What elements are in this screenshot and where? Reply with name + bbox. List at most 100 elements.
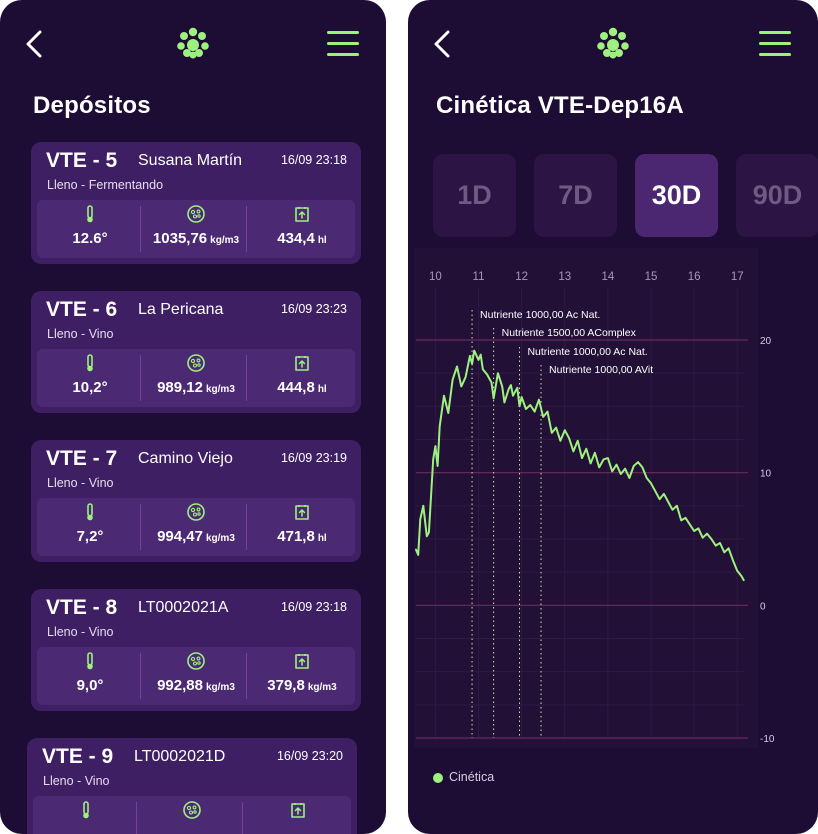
metric-value-wrap: 989,12 kg/m3 [143, 379, 249, 396]
deposit-state: Lleno - Vino [47, 327, 114, 341]
top-bar [408, 0, 818, 90]
deposit-metrics: 9,0° 992,88 kg/m3 379,8 kg/m3 [37, 647, 355, 705]
x-tick-label: 14 [601, 271, 614, 283]
deposit-card[interactable]: VTE - 8 LT0002021A 16/09 23:18 Lleno - Vino… [31, 589, 361, 711]
deposit-date: 16/09 23:19 [280, 451, 347, 465]
annotation-label: Nutriente 1000,00 Ac Nat. [480, 309, 600, 321]
range-7d-button[interactable]: 7D [534, 154, 617, 237]
metric-divider [246, 355, 247, 401]
metric-value-wrap: 9,0° [37, 677, 143, 694]
y-tick-label: 0 [760, 601, 766, 612]
deposit-state: Lleno - Fermentando [47, 178, 164, 192]
kinetics-screen: Cinética VTE-Dep16A 1D 7D 30D 90D 20 10 0 -… [408, 0, 818, 834]
x-tick-label: 11 [473, 271, 485, 283]
metric-value: 1035,76 [152, 230, 208, 247]
x-tick-label: 15 [645, 271, 658, 283]
chevron-left-icon[interactable] [20, 26, 50, 62]
deposit-metrics: 12.6° 1035,76 kg/m3 434,4 hl [37, 200, 355, 258]
temperature-metric: 10,2° [37, 349, 143, 407]
deposit-name: LT0002021D [134, 748, 226, 765]
density-icon [186, 651, 206, 671]
metric-value-wrap: 994,47 kg/m3 [143, 528, 249, 545]
y-tick-label: 20 [760, 336, 772, 347]
metric-value-wrap: 10,2° [37, 379, 143, 396]
deposit-card-header: VTE - 9 LT0002021D 16/09 23:20 Lleno - Vino [27, 738, 357, 792]
top-bar [0, 0, 386, 90]
page-title: Depósitos [33, 92, 151, 119]
range-90d-button[interactable]: 90D [736, 154, 818, 237]
y-tick-label: -10 [760, 734, 775, 745]
metric-divider [246, 206, 247, 252]
volume-icon [292, 353, 312, 373]
metric-divider [136, 802, 137, 834]
metric-value: 992,88 [157, 677, 203, 694]
volume-metric: 471,8 hl [249, 498, 355, 556]
deposit-card[interactable]: VTE - 7 Camino Viejo 16/09 23:19 Lleno - Vi… [31, 440, 361, 562]
deposit-date: 16/09 23:20 [276, 749, 343, 763]
chevron-left-icon[interactable] [428, 26, 458, 62]
metric-unit: kg/m3 [210, 235, 240, 246]
x-tick-label: 12 [515, 271, 528, 283]
density-metric [139, 796, 245, 834]
volume-icon [292, 502, 312, 522]
deposit-card[interactable]: VTE - 5 Susana Martín 16/09 23:18 Lleno - F… [31, 142, 361, 264]
deposit-id: VTE - 9 [42, 745, 114, 768]
metric-unit: kg/m3 [205, 384, 235, 395]
annotation-label: Nutriente 1000,00 Ac Nat. [527, 346, 647, 358]
annotation-label: Nutriente 1500,00 AComplex [502, 327, 637, 339]
deposit-card[interactable]: VTE - 9 LT0002021D 16/09 23:20 Lleno - Vino [27, 738, 357, 834]
thermometer-icon [80, 204, 100, 224]
deposit-card-header: VTE - 5 Susana Martín 16/09 23:18 Lleno - F… [31, 142, 361, 196]
temperature-metric: 7,2° [37, 498, 143, 556]
density-metric: 1035,76 kg/m3 [143, 200, 249, 258]
deposit-metrics [33, 796, 351, 834]
metric-value: 989,12 [157, 379, 203, 396]
metric-divider [242, 802, 243, 834]
metric-divider [246, 504, 247, 550]
metric-value: 994,47 [157, 528, 203, 545]
metric-value-wrap [139, 826, 245, 834]
metric-unit: kg/m3 [307, 682, 337, 693]
metric-unit: hl [317, 235, 327, 246]
density-icon [186, 353, 206, 373]
volume-metric: 444,8 hl [249, 349, 355, 407]
paw-icon [177, 27, 209, 59]
legend-marker [433, 773, 443, 783]
volume-icon [288, 800, 308, 820]
metric-value: 471,8 [277, 528, 315, 545]
kinetics-chart[interactable]: 20 10 0 -10 10 11 12 13 14 15 16 17 Nutriente 1000,0… [408, 248, 818, 748]
x-tick-label: 10 [429, 271, 442, 283]
metric-value: 379,8 [267, 677, 305, 694]
metric-value-wrap: 471,8 hl [249, 528, 355, 545]
metric-value-wrap: 379,8 kg/m3 [249, 677, 355, 694]
volume-icon [292, 204, 312, 224]
metric-value: 434,4 [277, 230, 315, 247]
metric-value-wrap: 992,88 kg/m3 [143, 677, 249, 694]
y-tick-label: 10 [760, 469, 772, 480]
thermometer-icon [80, 651, 100, 671]
metric-value-wrap: 7,2° [37, 528, 143, 545]
deposit-state: Lleno - Vino [43, 774, 110, 788]
range-30d-button[interactable]: 30D [635, 154, 718, 237]
hamburger-menu-icon[interactable] [758, 28, 792, 58]
density-icon [186, 502, 206, 522]
temperature-metric: 9,0° [37, 647, 143, 705]
metric-unit: kg/m3 [205, 533, 235, 544]
density-icon [186, 204, 206, 224]
deposit-name: LT0002021A [138, 599, 229, 616]
volume-metric: 434,4 hl [249, 200, 355, 258]
annotation-label: Nutriente 1000,00 AVit [549, 364, 653, 376]
deposit-card[interactable]: VTE - 6 La Pericana 16/09 23:23 Lleno - Vin… [31, 291, 361, 413]
metric-value: 9,0° [76, 677, 104, 694]
legend-label: Cinética [449, 770, 495, 784]
temperature-metric [33, 796, 139, 834]
metric-value-wrap [245, 826, 351, 834]
volume-metric: 379,8 kg/m3 [249, 647, 355, 705]
metric-unit: hl [317, 384, 327, 395]
deposit-name: Camino Viejo [138, 450, 233, 467]
hamburger-menu-icon[interactable] [326, 28, 360, 58]
deposit-card-header: VTE - 6 La Pericana 16/09 23:23 Lleno - Vin… [31, 291, 361, 345]
range-1d-button[interactable]: 1D [433, 154, 516, 237]
thermometer-icon [80, 502, 100, 522]
x-tick-label: 17 [731, 271, 744, 283]
